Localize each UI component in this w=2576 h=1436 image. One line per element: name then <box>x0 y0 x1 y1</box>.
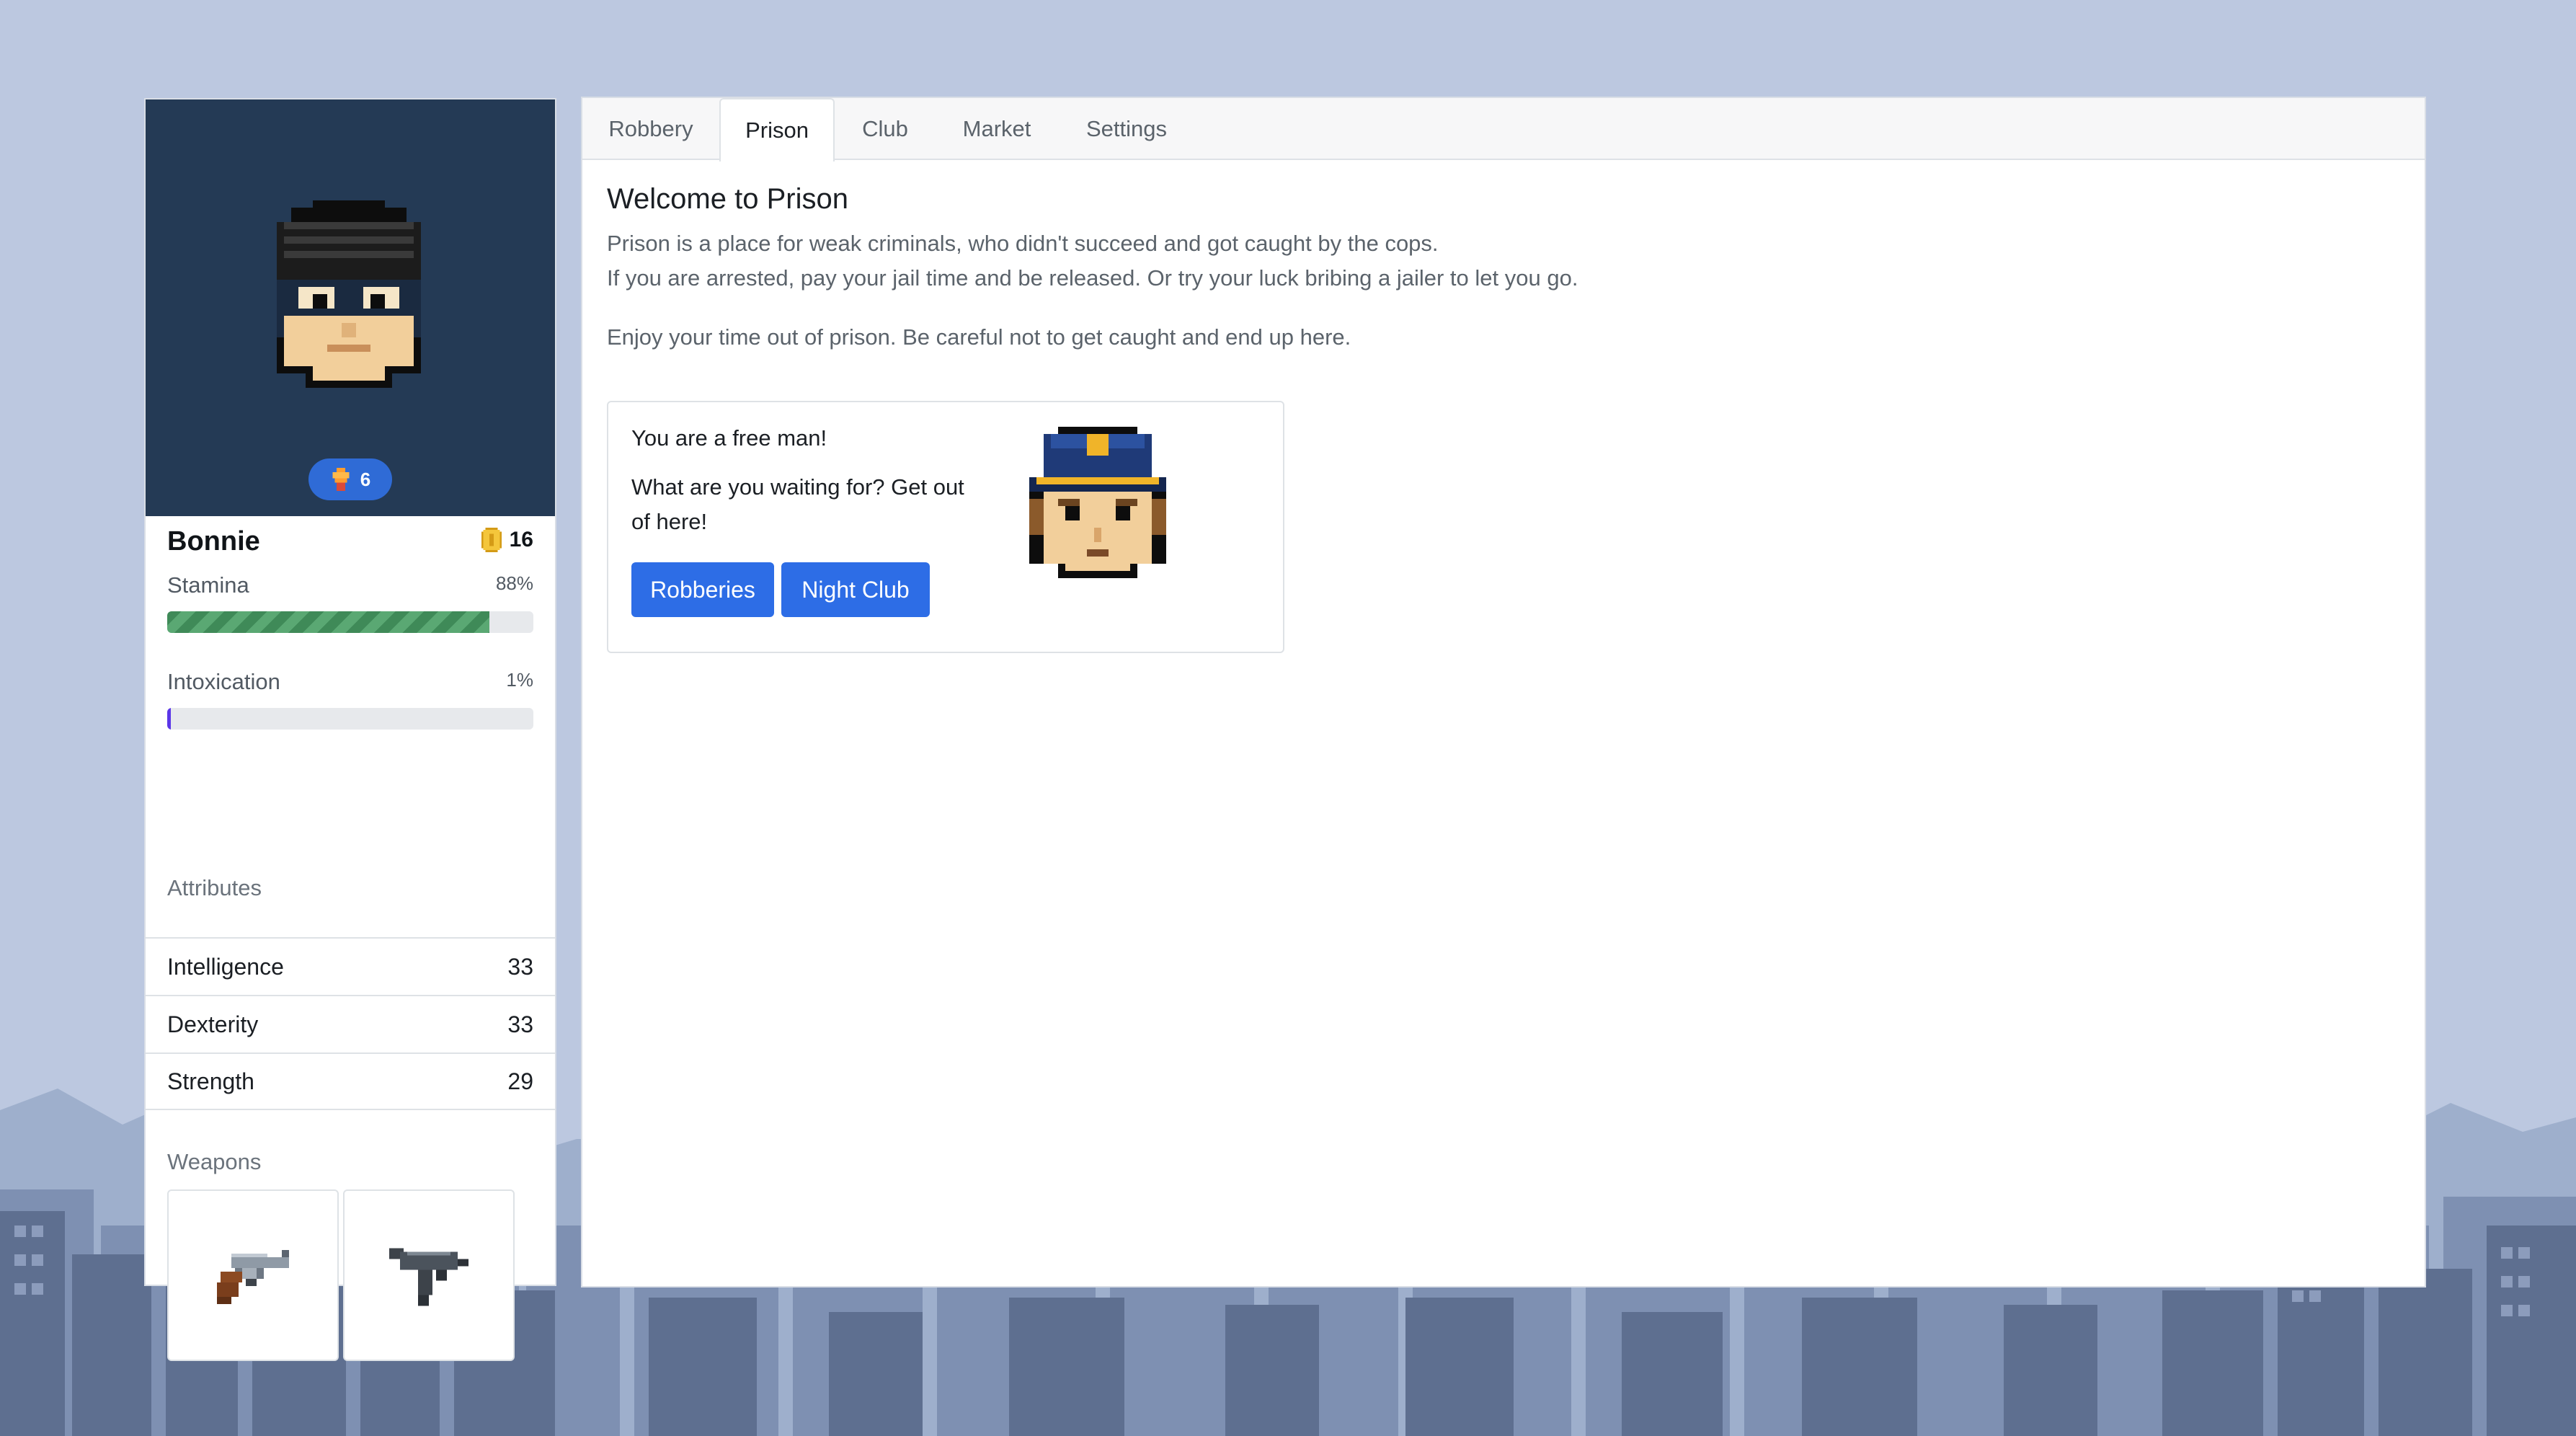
tab-bar: Robbery Prison Club Market Settings <box>582 98 2425 161</box>
prison-description-line-2: If you are arrested, pay your jail time … <box>607 265 1578 291</box>
attribute-name: Dexterity <box>167 1011 259 1037</box>
attribute-list: Intelligence 33 Dexterity 33 Strength 29 <box>146 937 555 1110</box>
revolver-icon <box>217 1250 289 1304</box>
coin-balance: 16 <box>481 528 533 552</box>
level-badge: 6 <box>308 458 392 500</box>
stamina-percent: 88% <box>495 572 533 594</box>
stamina-bar-fill <box>167 611 490 633</box>
attribute-value: 29 <box>507 1068 533 1094</box>
level-value: 6 <box>360 468 371 490</box>
robber-avatar-icon <box>277 200 421 388</box>
weapon-slot-uzi[interactable] <box>343 1189 515 1361</box>
attribute-row-dexterity: Dexterity 33 <box>146 995 555 1052</box>
intoxication-bar <box>167 708 533 730</box>
attribute-row-strength: Strength 29 <box>146 1052 555 1110</box>
tab-market[interactable]: Market <box>936 98 1058 160</box>
page-title: Welcome to Prison <box>607 183 848 215</box>
tab-settings[interactable]: Settings <box>1058 98 1195 160</box>
main-panel: Robbery Prison Club Market Settings Welc… <box>581 97 2426 1287</box>
stamina-label: Stamina <box>167 572 249 598</box>
attribute-name: Intelligence <box>167 953 284 980</box>
intoxication-percent: 1% <box>506 669 533 691</box>
player-card: 6 Bonnie 16 Stamina 88% Intoxication 1% … <box>144 98 556 1361</box>
attribute-row-intelligence: Intelligence 33 <box>146 937 555 995</box>
player-name: Bonnie <box>167 526 260 557</box>
tab-robbery[interactable]: Robbery <box>582 98 719 160</box>
weapons-title: Weapons <box>167 1149 262 1174</box>
coin-icon <box>481 528 502 552</box>
attribute-value: 33 <box>507 1011 533 1037</box>
coin-value: 16 <box>509 528 533 551</box>
prison-status-card: You are a free man! What are you waiting… <box>607 401 1284 653</box>
attributes-title: Attributes <box>167 875 262 900</box>
prison-description-line-1: Prison is a place for weak criminals, wh… <box>607 231 1439 256</box>
attribute-name: Strength <box>167 1068 254 1094</box>
attribute-value: 33 <box>507 953 533 980</box>
robberies-button[interactable]: Robberies <box>631 562 774 617</box>
prison-description-line-3: Enjoy your time out of prison. Be carefu… <box>607 324 1351 350</box>
night-club-button[interactable]: Night Club <box>781 562 930 617</box>
intoxication-label: Intoxication <box>167 669 280 694</box>
rank-star-icon <box>332 468 350 491</box>
stamina-bar <box>167 611 533 633</box>
police-officer-icon <box>1029 427 1166 578</box>
weapon-slot-revolver[interactable] <box>167 1189 339 1361</box>
uzi-icon <box>389 1248 468 1306</box>
tab-club[interactable]: Club <box>835 98 936 160</box>
tab-prison[interactable]: Prison <box>719 98 835 161</box>
status-heading: You are a free man! <box>631 425 827 451</box>
avatar-panel: 6 <box>146 99 555 516</box>
status-text-line-1: What are you waiting for? Get out <box>631 474 964 500</box>
status-text-line-2: of here! <box>631 509 708 534</box>
intoxication-bar-fill <box>167 708 172 730</box>
